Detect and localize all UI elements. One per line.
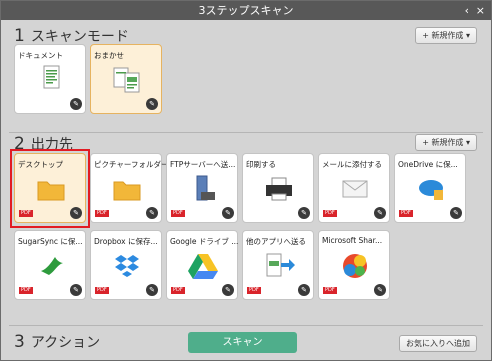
pdf-badge: PDF <box>323 287 337 294</box>
destination-print[interactable]: 印刷する ✎ <box>242 153 314 223</box>
selection-highlight <box>10 149 90 228</box>
destination-dropbox[interactable]: Dropbox に保存... PDF ✎ <box>90 230 162 300</box>
google-drive-icon <box>188 254 218 279</box>
new-output-button[interactable]: + 新規作成 ▾ <box>415 134 477 151</box>
close-icon[interactable]: × <box>476 1 485 20</box>
edit-pencil-icon[interactable]: ✎ <box>146 98 158 110</box>
pdf-badge: PDF <box>323 210 337 217</box>
app-window: 3ステップスキャン ‹ × 1 スキャンモード + 新規作成 ▾ ドキュメント ✎… <box>0 0 492 361</box>
destination-onedrive[interactable]: OneDrive に保... PDF ✎ <box>394 153 466 223</box>
edit-pencil-icon[interactable]: ✎ <box>222 284 234 296</box>
section-action-heading: 3 アクション <box>14 332 101 352</box>
new-scan-mode-button[interactable]: + 新規作成 ▾ <box>415 27 477 44</box>
pdf-badge: PDF <box>171 210 185 217</box>
pdf-badge: PDF <box>399 210 413 217</box>
edit-pencil-icon[interactable]: ✎ <box>298 284 310 296</box>
divider <box>9 325 483 326</box>
mail-icon <box>342 180 368 198</box>
dropdown-arrow-icon: ▾ <box>463 138 470 147</box>
add-to-favorites-button[interactable]: お気に入りへ追加 <box>399 335 477 352</box>
divider <box>9 132 483 133</box>
title-bar: 3ステップスキャン ‹ × <box>1 1 491 20</box>
onedrive-icon <box>419 180 443 200</box>
sharepoint-icon <box>343 254 367 278</box>
auto-scan-icon <box>113 67 140 93</box>
folder-icon <box>113 181 141 201</box>
destination-sugarsync[interactable]: SugarSync に保... PDF ✎ <box>14 230 86 300</box>
scan-mode-auto[interactable]: おまかせ ✎ <box>90 44 162 114</box>
edit-pencil-icon[interactable]: ✎ <box>450 207 462 219</box>
destination-google-drive[interactable]: Google ドライブ ... PDF ✎ <box>166 230 238 300</box>
pdf-badge: PDF <box>19 287 33 294</box>
edit-pencil-icon[interactable]: ✎ <box>374 207 386 219</box>
sugarsync-icon <box>41 257 63 275</box>
window-title: 3ステップスキャン <box>198 4 294 17</box>
dropbox-icon <box>115 255 139 277</box>
pdf-badge: PDF <box>247 287 261 294</box>
section-scan-mode-heading: 1 スキャンモード <box>14 26 129 46</box>
edit-pencil-icon[interactable]: ✎ <box>70 98 82 110</box>
send-to-app-icon <box>266 253 295 277</box>
destination-mail[interactable]: メールに添付する PDF ✎ <box>318 153 390 223</box>
destination-other-app[interactable]: 他のアプリへ送る PDF ✎ <box>242 230 314 300</box>
destination-ftp[interactable]: FTPサーバーへ送... PDF ✎ <box>166 153 238 223</box>
document-scan-icon <box>43 65 60 89</box>
ftp-server-icon <box>196 175 215 201</box>
edit-pencil-icon[interactable]: ✎ <box>374 284 386 296</box>
scan-mode-document[interactable]: ドキュメント ✎ <box>14 44 86 114</box>
pdf-badge: PDF <box>95 210 109 217</box>
destination-sharepoint[interactable]: Microsoft Shar... PDF ✎ <box>318 230 390 300</box>
edit-pencil-icon[interactable]: ✎ <box>146 207 158 219</box>
edit-pencil-icon[interactable]: ✎ <box>298 207 310 219</box>
dropdown-arrow-icon: ▾ <box>463 31 470 40</box>
scan-button[interactable]: スキャン <box>188 332 297 353</box>
collapse-icon[interactable]: ‹ <box>465 1 469 20</box>
destination-pictures-folder[interactable]: ピクチャーフォルダー PDF ✎ <box>90 153 168 223</box>
printer-icon <box>266 177 292 201</box>
pdf-badge: PDF <box>171 287 185 294</box>
edit-pencil-icon[interactable]: ✎ <box>70 284 82 296</box>
pdf-badge: PDF <box>95 287 109 294</box>
edit-pencil-icon[interactable]: ✎ <box>146 284 158 296</box>
edit-pencil-icon[interactable]: ✎ <box>222 207 234 219</box>
